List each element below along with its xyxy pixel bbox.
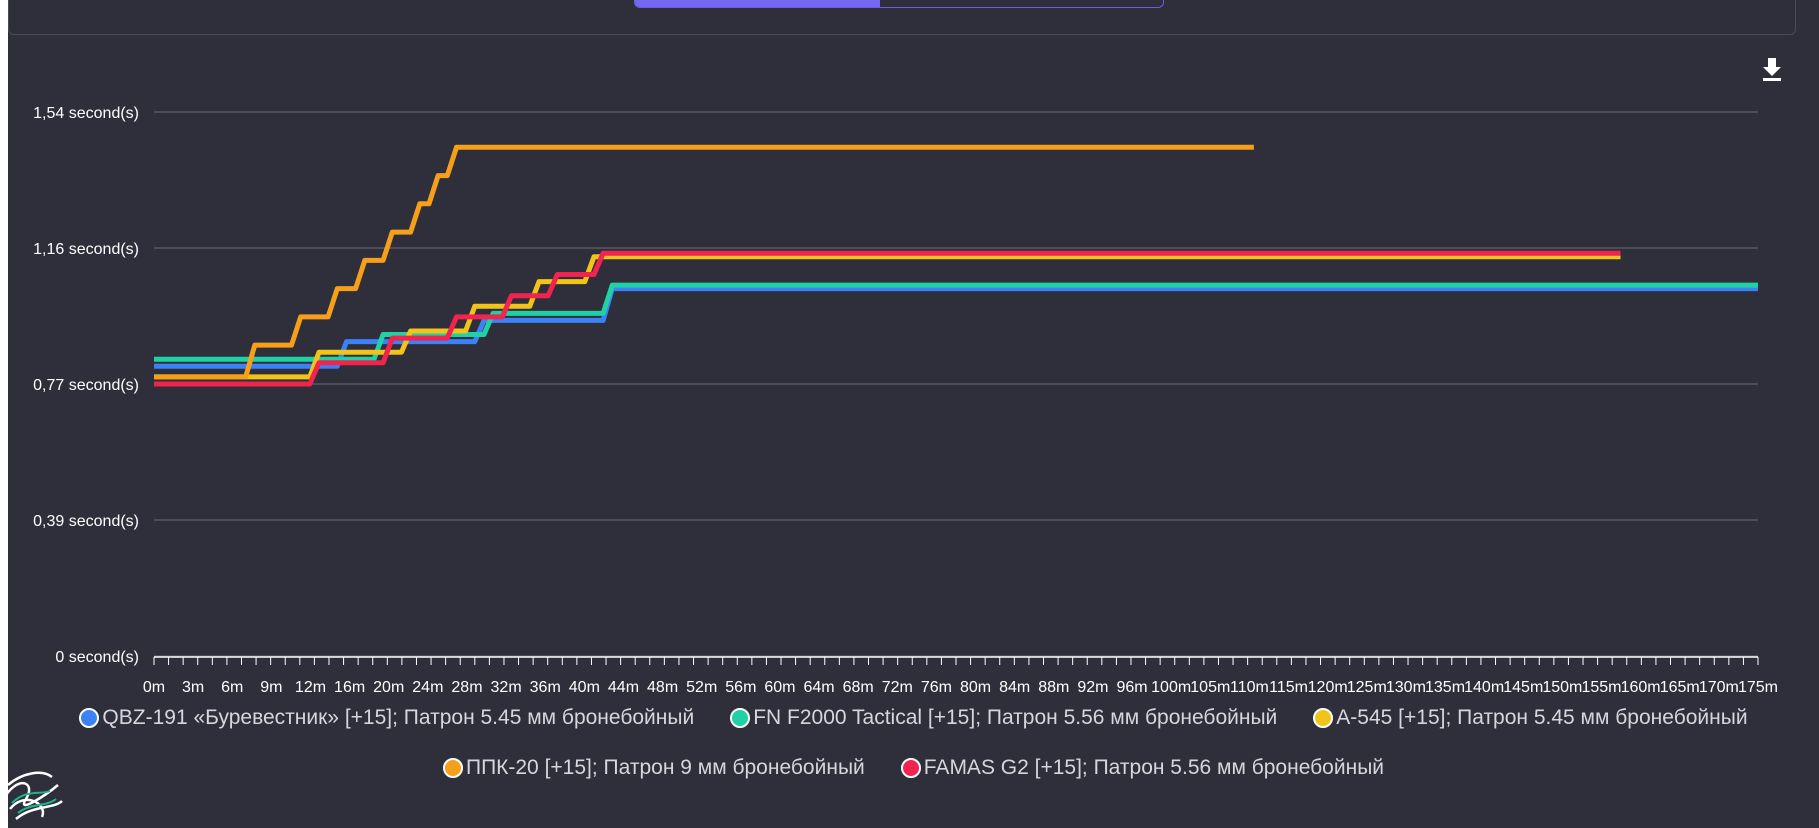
- x-tick-label-14: 52m: [686, 679, 717, 696]
- x-tick-label-34: 140m: [1464, 679, 1504, 696]
- x-tick-label-22: 84m: [999, 679, 1030, 696]
- y-tick-label-3: 1,16 second(s): [33, 241, 139, 258]
- x-tick-label-38: 160m: [1621, 679, 1661, 696]
- y-tick-label-0: 0 second(s): [55, 649, 139, 666]
- legend-label: FN F2000 Tactical [+15]; Патрон 5.56 мм …: [753, 706, 1278, 729]
- x-tick-label-30: 120m: [1308, 679, 1348, 696]
- x-tick-label-20: 76m: [921, 679, 952, 696]
- x-tick-label-25: 96m: [1116, 679, 1147, 696]
- legend-label: ППК-20 [+15]; Патрон 9 мм бронебойный: [465, 756, 865, 779]
- x-tick-label-15: 56m: [725, 679, 756, 696]
- legend-marker: [442, 758, 463, 778]
- x-tick-label-17: 64m: [804, 679, 835, 696]
- x-tick-label-9: 32m: [491, 679, 522, 696]
- legend-item-0[interactable]: QBZ-191 «Буревестник» [+15]; Патрон 5.45…: [79, 706, 694, 730]
- legend-label: A-545 [+15]; Патрон 5.45 мм бронебойный: [1336, 706, 1748, 729]
- x-tick-label-1: 3m: [182, 679, 204, 696]
- y-tick-label-1: 0,39 second(s): [33, 513, 139, 530]
- series-line-4: [154, 250, 1621, 387]
- legend-item-4[interactable]: FAMAS G2 [+15]; Патрон 5.56 мм бронебойн…: [900, 756, 1385, 780]
- x-tick-label-40: 170m: [1699, 679, 1739, 696]
- x-tick-label-21: 80m: [960, 679, 991, 696]
- x-tick-label-18: 68m: [843, 679, 874, 696]
- x-tick-label-19: 72m: [882, 679, 913, 696]
- x-tick-label-32: 130m: [1386, 679, 1426, 696]
- x-tick-label-0: 0m: [143, 679, 165, 696]
- x-tick-label-13: 48m: [647, 679, 678, 696]
- legend-marker: [1313, 708, 1334, 728]
- x-tick-label-28: 110m: [1230, 679, 1269, 696]
- legend-item-2[interactable]: A-545 [+15]; Патрон 5.45 мм бронебойный: [1313, 706, 1748, 730]
- legend-label: QBZ-191 «Буревестник» [+15]; Патрон 5.45…: [102, 706, 695, 729]
- x-tick-label-16: 60m: [764, 679, 795, 696]
- x-tick-label-23: 88m: [1038, 679, 1069, 696]
- x-tick-label-7: 24m: [412, 679, 443, 696]
- x-tick-label-4: 12m: [295, 679, 326, 696]
- series-line-3: [154, 144, 1254, 380]
- x-tick-label-37: 155m: [1581, 679, 1621, 696]
- x-tick-label-36: 150m: [1542, 679, 1582, 696]
- chart-legend: QBZ-191 «Буревестник» [+15]; Патрон 5.45…: [8, 706, 1819, 780]
- x-tick-label-27: 105m: [1190, 679, 1230, 696]
- x-tick-label-5: 16m: [334, 679, 365, 696]
- x-tick-label-41: 175m: [1738, 679, 1778, 696]
- x-tick-label-26: 100m: [1151, 679, 1191, 696]
- legend-item-1[interactable]: FN F2000 Tactical [+15]; Патрон 5.56 мм …: [730, 706, 1277, 730]
- x-tick-label-8: 28m: [451, 679, 482, 696]
- x-tick-label-33: 135m: [1425, 679, 1465, 696]
- legend-marker: [730, 708, 751, 728]
- x-tick-label-39: 165m: [1660, 679, 1700, 696]
- x-tick-label-31: 125m: [1347, 679, 1387, 696]
- x-tick-label-12: 44m: [608, 679, 639, 696]
- series-line-1: [154, 282, 1758, 362]
- legend-item-3[interactable]: ППК-20 [+15]; Патрон 9 мм бронебойный: [442, 756, 865, 780]
- download-icon: [1763, 58, 1781, 81]
- legend-marker: [900, 758, 921, 778]
- x-tick-label-3: 9m: [260, 679, 282, 696]
- legend-label: FAMAS G2 [+15]; Патрон 5.56 мм бронебойн…: [923, 756, 1385, 779]
- legend-marker: [79, 708, 100, 728]
- x-tick-label-11: 40m: [569, 679, 600, 696]
- x-tick-label-24: 92m: [1077, 679, 1108, 696]
- y-tick-label-2: 0,77 second(s): [33, 377, 139, 394]
- x-tick-label-35: 145m: [1503, 679, 1543, 696]
- x-tick-label-10: 36m: [530, 679, 561, 696]
- download-button[interactable]: [1760, 56, 1784, 82]
- y-tick-label-4: 1,54 second(s): [33, 105, 139, 122]
- line-chart: 0 second(s) 0,39 second(s) 0,77 second(s) 1…: [33, 105, 1778, 696]
- x-tick-label-6: 20m: [373, 679, 404, 696]
- x-tick-label-29: 115m: [1269, 679, 1308, 696]
- scribble-mark: [4, 771, 63, 820]
- x-tick-label-2: 6m: [221, 679, 243, 696]
